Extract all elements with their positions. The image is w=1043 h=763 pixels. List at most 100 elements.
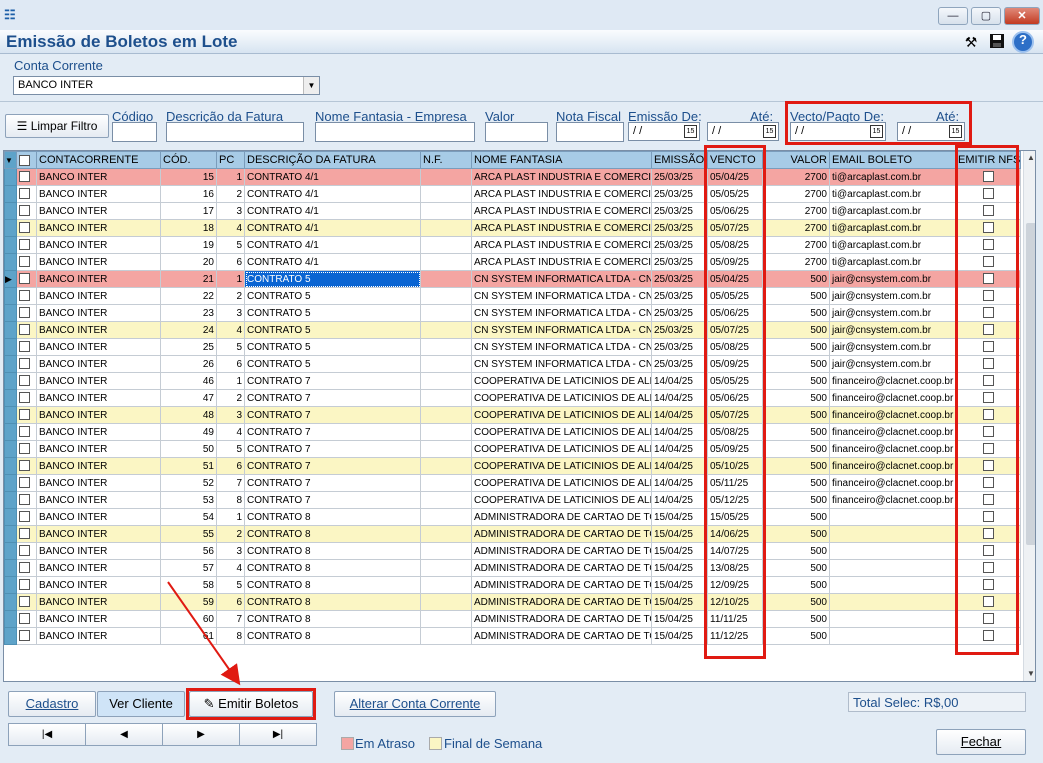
cell-fantasia[interactable]: CN SYSTEM INFORMATICA LTDA - CN S	[471, 304, 652, 322]
row-select-checkbox[interactable]	[16, 610, 37, 628]
cell-email[interactable]: jair@cnsystem.com.br	[829, 338, 956, 356]
nota-fiscal-input[interactable]	[556, 122, 624, 142]
cell-desc[interactable]: CONTRATO 4/1	[244, 236, 421, 254]
table-row[interactable]: BANCO INTER 60 7 CONTRATO 8 ADMINISTRADORA D…	[4, 610, 1021, 628]
cell-cod[interactable]: 17	[160, 202, 217, 220]
cell-conta[interactable]: BANCO INTER	[36, 474, 161, 492]
close-button[interactable]: ✕	[1004, 7, 1040, 25]
cell-pc[interactable]: 5	[216, 576, 245, 594]
emitir-nfs-checkbox[interactable]	[955, 389, 1021, 407]
cell-conta[interactable]: BANCO INTER	[36, 321, 161, 339]
cell-pc[interactable]: 4	[216, 321, 245, 339]
ver-cliente-button[interactable]: Ver Cliente	[97, 691, 185, 717]
cell-fantasia[interactable]: COOPERATIVA DE LATICINIOS DE ALFR	[471, 474, 652, 492]
cell-email[interactable]: jair@cnsystem.com.br	[829, 287, 956, 305]
cell-conta[interactable]: BANCO INTER	[36, 559, 161, 577]
cell-nf[interactable]	[420, 542, 472, 560]
cell-pc[interactable]: 6	[216, 355, 245, 373]
cell-fantasia[interactable]: CN SYSTEM INFORMATICA LTDA - CN S	[471, 287, 652, 305]
cell-conta[interactable]: BANCO INTER	[36, 406, 161, 424]
cell-pc[interactable]: 3	[216, 406, 245, 424]
cell-nf[interactable]	[420, 270, 472, 288]
table-row[interactable]: ▶ BANCO INTER 21 1 CONTRATO 5 CN SYSTEM INFOR…	[4, 270, 1021, 288]
row-select-checkbox[interactable]	[16, 508, 37, 526]
emitir-nfs-checkbox[interactable]	[955, 610, 1021, 628]
cell-valor[interactable]: 500	[762, 525, 830, 543]
vertical-scrollbar[interactable]: ▲ ▼	[1023, 151, 1035, 681]
cell-cod[interactable]: 24	[160, 321, 217, 339]
cell-valor[interactable]: 2700	[762, 236, 830, 254]
cell-cod[interactable]: 48	[160, 406, 217, 424]
cell-nf[interactable]	[420, 219, 472, 237]
emitir-nfs-checkbox[interactable]	[955, 474, 1021, 492]
cadastro-button[interactable]: Cadastro	[8, 691, 96, 717]
cell-desc[interactable]: CONTRATO 5	[244, 338, 421, 356]
cell-conta[interactable]: BANCO INTER	[36, 338, 161, 356]
cell-vencto[interactable]: 05/04/25	[707, 270, 763, 288]
cell-pc[interactable]: 8	[216, 491, 245, 509]
cell-vencto[interactable]: 14/06/25	[707, 525, 763, 543]
table-row[interactable]: BANCO INTER 56 3 CONTRATO 8 ADMINISTRADORA D…	[4, 542, 1021, 560]
cell-emissao[interactable]: 14/04/25	[651, 491, 708, 509]
cell-cod[interactable]: 51	[160, 457, 217, 475]
table-row[interactable]: BANCO INTER 55 2 CONTRATO 8 ADMINISTRADORA D…	[4, 525, 1021, 543]
cell-valor[interactable]: 2700	[762, 168, 830, 186]
cell-cod[interactable]: 56	[160, 542, 217, 560]
cell-nf[interactable]	[420, 355, 472, 373]
cell-email[interactable]	[829, 542, 956, 560]
cell-email[interactable]	[829, 610, 956, 628]
maximize-button[interactable]: ▢	[971, 7, 1001, 25]
col-header[interactable]: VALOR	[762, 151, 830, 169]
emitir-nfs-checkbox[interactable]	[955, 372, 1021, 390]
cell-vencto[interactable]: 05/09/25	[707, 253, 763, 271]
emitir-nfs-checkbox[interactable]	[955, 236, 1021, 254]
cell-emissao[interactable]: 25/03/25	[651, 338, 708, 356]
cell-cod[interactable]: 61	[160, 627, 217, 645]
cell-conta[interactable]: BANCO INTER	[36, 576, 161, 594]
cell-fantasia[interactable]: COOPERATIVA DE LATICINIOS DE ALFR	[471, 423, 652, 441]
cell-emissao[interactable]: 25/03/25	[651, 219, 708, 237]
cell-desc[interactable]: CONTRATO 7	[244, 474, 421, 492]
cell-desc[interactable]: CONTRATO 8	[244, 593, 421, 611]
cell-cod[interactable]: 57	[160, 559, 217, 577]
cell-vencto[interactable]: 15/05/25	[707, 508, 763, 526]
cell-conta[interactable]: BANCO INTER	[36, 610, 161, 628]
cell-conta[interactable]: BANCO INTER	[36, 168, 161, 186]
row-indicator[interactable]	[4, 457, 17, 475]
cell-email[interactable]: financeiro@clacnet.coop.br	[829, 491, 956, 509]
cell-fantasia[interactable]: ADMINISTRADORA DE CARTAO DE TOD	[471, 576, 652, 594]
cell-vencto[interactable]: 05/07/25	[707, 406, 763, 424]
row-select-checkbox[interactable]	[16, 168, 37, 186]
table-row[interactable]: BANCO INTER 54 1 CONTRATO 8 ADMINISTRADORA D…	[4, 508, 1021, 526]
cell-email[interactable]: ti@arcaplast.com.br	[829, 219, 956, 237]
cell-emissao[interactable]: 25/03/25	[651, 185, 708, 203]
row-indicator[interactable]	[4, 542, 17, 560]
cell-desc[interactable]: CONTRATO 4/1	[244, 219, 421, 237]
cell-vencto[interactable]: 14/07/25	[707, 542, 763, 560]
cell-fantasia[interactable]: ADMINISTRADORA DE CARTAO DE TOD	[471, 559, 652, 577]
cell-valor[interactable]: 500	[762, 559, 830, 577]
cell-conta[interactable]: BANCO INTER	[36, 219, 161, 237]
row-indicator[interactable]	[4, 423, 17, 441]
cell-desc[interactable]: CONTRATO 5	[244, 270, 421, 288]
cell-emissao[interactable]: 14/04/25	[651, 406, 708, 424]
cell-email[interactable]: jair@cnsystem.com.br	[829, 321, 956, 339]
cell-vencto[interactable]: 05/06/25	[707, 389, 763, 407]
codigo-input[interactable]	[112, 122, 157, 142]
row-indicator[interactable]	[4, 202, 17, 220]
cell-email[interactable]: financeiro@clacnet.coop.br	[829, 440, 956, 458]
emitir-nfs-checkbox[interactable]	[955, 423, 1021, 441]
row-indicator[interactable]	[4, 185, 17, 203]
cell-vencto[interactable]: 05/05/25	[707, 372, 763, 390]
row-indicator[interactable]	[4, 406, 17, 424]
cell-fantasia[interactable]: ARCA PLAST INDUSTRIA E COMERCIO	[471, 253, 652, 271]
table-row[interactable]: BANCO INTER 58 5 CONTRATO 8 ADMINISTRADORA D…	[4, 576, 1021, 594]
cell-conta[interactable]: BANCO INTER	[36, 423, 161, 441]
table-row[interactable]: BANCO INTER 61 8 CONTRATO 8 ADMINISTRADORA D…	[4, 627, 1021, 645]
row-select-checkbox[interactable]	[16, 219, 37, 237]
table-row[interactable]: BANCO INTER 49 4 CONTRATO 7 COOPERATIVA DE L…	[4, 423, 1021, 441]
cell-valor[interactable]: 500	[762, 457, 830, 475]
cell-valor[interactable]: 500	[762, 508, 830, 526]
table-row[interactable]: BANCO INTER 47 2 CONTRATO 7 COOPERATIVA DE L…	[4, 389, 1021, 407]
cell-pc[interactable]: 7	[216, 474, 245, 492]
